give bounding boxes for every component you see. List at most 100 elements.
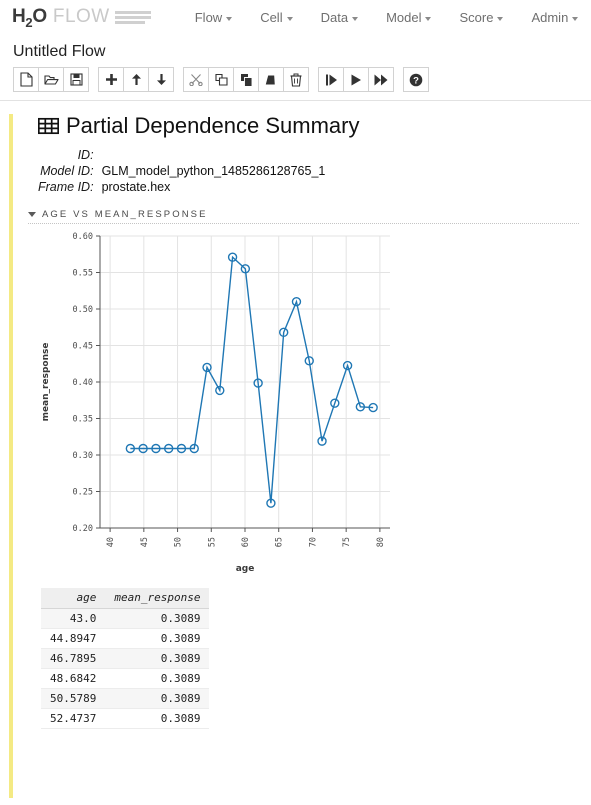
- table-row: 52.47370.3089: [41, 709, 209, 729]
- logo-flow-text: FLOW: [53, 6, 110, 28]
- meta-row-frame-id: Frame ID: prostate.hex: [38, 179, 325, 195]
- series-line: [130, 257, 373, 503]
- active-cell-marker: [9, 114, 13, 798]
- meta-value-frame-id: prostate.hex: [102, 179, 326, 195]
- table-row: 50.57890.3089: [41, 689, 209, 709]
- y-tick-label: 0.35: [73, 415, 93, 425]
- nav-item-score-label: Score: [459, 10, 493, 25]
- help-button-group: ?: [403, 67, 429, 92]
- scissors-icon: [189, 73, 203, 86]
- cell-age: 52.4737: [41, 709, 105, 729]
- section-header-label: AGE VS MEAN_RESPONSE: [42, 209, 208, 220]
- nav-item-data[interactable]: Data: [307, 10, 372, 25]
- table-row: 43.00.3089: [41, 609, 209, 629]
- open-flow-button[interactable]: [38, 67, 64, 92]
- section-header-age-vs-mean-response[interactable]: AGE VS MEAN_RESPONSE: [28, 209, 579, 224]
- x-tick-label: 80: [376, 537, 386, 547]
- model-metadata: ID: Model ID: GLM_model_python_148528612…: [38, 147, 325, 195]
- table-row: 48.68420.3089: [41, 669, 209, 689]
- x-tick-label: 45: [140, 537, 150, 547]
- x-tick-label: 50: [174, 537, 184, 547]
- h2o-flow-logo[interactable]: H2O FLOW: [12, 6, 151, 30]
- meta-label-id: ID:: [38, 147, 102, 163]
- nav-item-flow[interactable]: Flow: [181, 10, 246, 25]
- x-axis-label: age: [236, 564, 255, 573]
- nav-menu: Flow Cell Data Model Score Admin: [181, 10, 591, 25]
- play-icon: [350, 74, 362, 86]
- cell-age: 43.0: [41, 609, 105, 629]
- nav-item-cell[interactable]: Cell: [246, 10, 306, 25]
- flow-cell[interactable]: Partial Dependence Summary ID: Model ID:…: [0, 101, 591, 801]
- meta-label-model-id: Model ID:: [38, 163, 102, 179]
- clipboard-icon: [240, 73, 253, 87]
- cell-output: Partial Dependence Summary ID: Model ID:…: [0, 113, 591, 729]
- column-header-mean-response: mean_response: [105, 588, 209, 609]
- move-cell-up-button[interactable]: [123, 67, 149, 92]
- nav-item-admin[interactable]: Admin: [517, 10, 591, 25]
- run-and-select-below-button[interactable]: [318, 67, 344, 92]
- nav-item-cell-label: Cell: [260, 10, 282, 25]
- table-row: 44.89470.3089: [41, 629, 209, 649]
- file-button-group: [13, 67, 89, 92]
- clear-cell-button[interactable]: [258, 67, 284, 92]
- cell-toolbar: ?: [0, 67, 591, 101]
- partial-dependence-chart: 0.200.250.300.350.400.450.500.550.604045…: [32, 228, 579, 578]
- x-tick-label: 70: [308, 537, 318, 547]
- delete-cell-button[interactable]: [283, 67, 309, 92]
- clipboard-button-group: [183, 67, 309, 92]
- y-axis-label: mean_response: [41, 343, 51, 422]
- cell-age: 46.7895: [41, 649, 105, 669]
- cell-mean-response: 0.3089: [105, 609, 209, 629]
- nav-item-data-label: Data: [321, 10, 348, 25]
- floppy-disk-icon: [70, 73, 83, 86]
- move-cell-down-button[interactable]: [148, 67, 174, 92]
- save-flow-button[interactable]: [63, 67, 89, 92]
- nav-item-model-label: Model: [386, 10, 421, 25]
- cell-age: 50.5789: [41, 689, 105, 709]
- folder-open-icon: [44, 73, 59, 86]
- paste-cell-button[interactable]: [233, 67, 259, 92]
- cut-cell-button[interactable]: [183, 67, 209, 92]
- cell-mean-response: 0.3089: [105, 689, 209, 709]
- cell-mean-response: 0.3089: [105, 629, 209, 649]
- table-head: age mean_response: [41, 588, 209, 609]
- x-tick-label: 55: [207, 537, 217, 547]
- chevron-down-icon: [572, 17, 578, 21]
- y-tick-label: 0.60: [73, 232, 93, 242]
- logo-h2o-text: H2O: [12, 6, 47, 30]
- cell-mean-response: 0.3089: [105, 669, 209, 689]
- cell-age: 48.6842: [41, 669, 105, 689]
- triangle-down-icon: [28, 212, 36, 217]
- insert-cell-button[interactable]: [98, 67, 124, 92]
- copy-cell-button[interactable]: [208, 67, 234, 92]
- menu-bars-icon: [115, 11, 151, 24]
- cell-mean-response: 0.3089: [105, 709, 209, 729]
- partial-dependence-table: age mean_response 43.00.308944.89470.308…: [41, 588, 209, 729]
- page-title-text: Partial Dependence Summary: [66, 113, 359, 139]
- run-cell-button[interactable]: [343, 67, 369, 92]
- flow-title[interactable]: Untitled Flow: [0, 35, 591, 67]
- cell-mean-response: 0.3089: [105, 649, 209, 669]
- copy-icon: [215, 73, 228, 86]
- y-tick-label: 0.20: [73, 524, 93, 534]
- new-flow-button[interactable]: [13, 67, 39, 92]
- chevron-down-icon: [287, 17, 293, 21]
- run-all-button[interactable]: [368, 67, 394, 92]
- chevron-down-icon: [352, 17, 358, 21]
- fast-forward-icon: [374, 74, 388, 86]
- nav-item-score[interactable]: Score: [445, 10, 517, 25]
- chevron-down-icon: [425, 17, 431, 21]
- nav-item-model[interactable]: Model: [372, 10, 445, 25]
- cell-age: 44.8947: [41, 629, 105, 649]
- table-body: 43.00.308944.89470.308946.78950.308948.6…: [41, 609, 209, 729]
- arrow-up-icon: [130, 73, 143, 86]
- y-tick-label: 0.25: [73, 488, 93, 498]
- meta-value-model-id: GLM_model_python_1485286128765_1: [102, 163, 326, 179]
- eraser-icon: [264, 74, 278, 86]
- chevron-down-icon: [497, 17, 503, 21]
- meta-label-frame-id: Frame ID:: [38, 179, 102, 195]
- help-button[interactable]: ?: [403, 67, 429, 92]
- chevron-down-icon: [226, 17, 232, 21]
- y-tick-label: 0.55: [73, 269, 93, 279]
- question-circle-icon: ?: [409, 73, 423, 87]
